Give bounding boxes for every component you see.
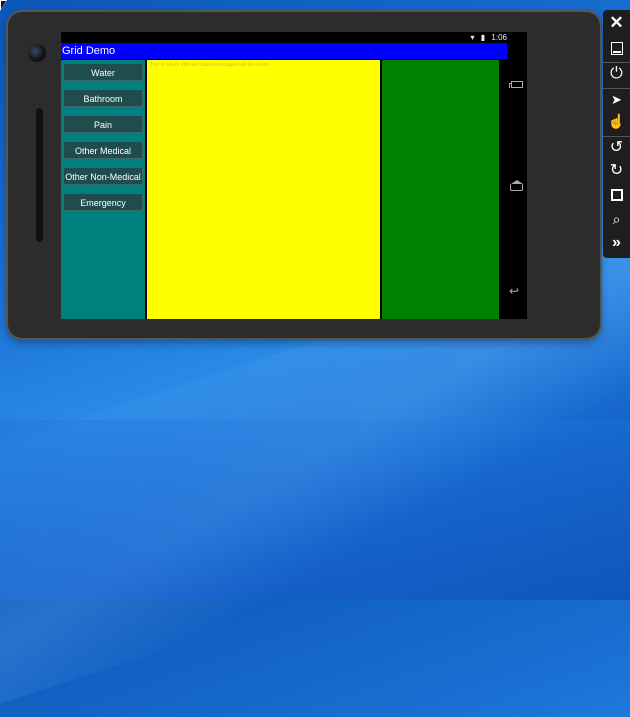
emergency-button[interactable]: Emergency	[63, 193, 143, 211]
bathroom-button[interactable]: Bathroom	[63, 89, 143, 107]
home-icon[interactable]	[509, 180, 523, 192]
mouse-cursor-icon	[0, 0, 7, 11]
button-panel: Water Bathroom Pain Other Medical Other …	[61, 60, 145, 319]
speaker-slot	[36, 108, 43, 242]
rotate-right-icon[interactable]: ↻	[603, 160, 630, 182]
desktop-background-shade	[0, 420, 630, 600]
status-bar: ▾ ▮ 1:06	[61, 32, 507, 43]
pointer-icon[interactable]: ➤	[603, 88, 630, 111]
recent-apps-icon[interactable]	[509, 78, 523, 88]
battery-icon: ▮	[480, 33, 486, 42]
back-icon[interactable]: ↩	[509, 285, 523, 297]
emulator-toolbar: ✕ ⏻ ➤ ☝ ↺ ↻ ⌕ »	[603, 10, 630, 258]
other-non-medical-button[interactable]: Other Non-Medical	[63, 167, 143, 185]
app-title-bar: Grid Demo	[61, 43, 507, 59]
device-screen[interactable]: ▾ ▮ 1:06 Grid Demo Water Bathroom Pain O…	[61, 32, 527, 319]
right-panel	[382, 60, 499, 319]
more-icon[interactable]: »	[603, 232, 630, 254]
fullscreen-icon[interactable]	[603, 184, 630, 206]
app-title: Grid Demo	[62, 45, 116, 57]
emulator-device-frame: ▾ ▮ 1:06 Grid Demo Water Bathroom Pain O…	[8, 12, 600, 338]
camera-icon	[28, 44, 46, 62]
zoom-icon[interactable]: ⌕	[603, 208, 630, 230]
message-area: This is where different status messages …	[147, 60, 380, 319]
other-medical-button[interactable]: Other Medical	[63, 141, 143, 159]
message-hint: This is where different status messages …	[150, 62, 269, 68]
minimize-icon[interactable]	[603, 37, 630, 59]
app-grid: Water Bathroom Pain Other Medical Other …	[61, 60, 507, 319]
touch-icon[interactable]: ☝	[603, 110, 630, 132]
pain-button[interactable]: Pain	[63, 115, 143, 133]
rotate-left-icon[interactable]: ↺	[603, 136, 630, 159]
android-nav-bar: ↩	[507, 32, 527, 319]
water-button[interactable]: Water	[63, 63, 143, 81]
power-icon[interactable]: ⏻	[603, 62, 630, 85]
status-time: 1:06	[491, 33, 507, 42]
close-icon[interactable]: ✕	[603, 12, 630, 34]
wifi-icon: ▾	[470, 33, 475, 42]
